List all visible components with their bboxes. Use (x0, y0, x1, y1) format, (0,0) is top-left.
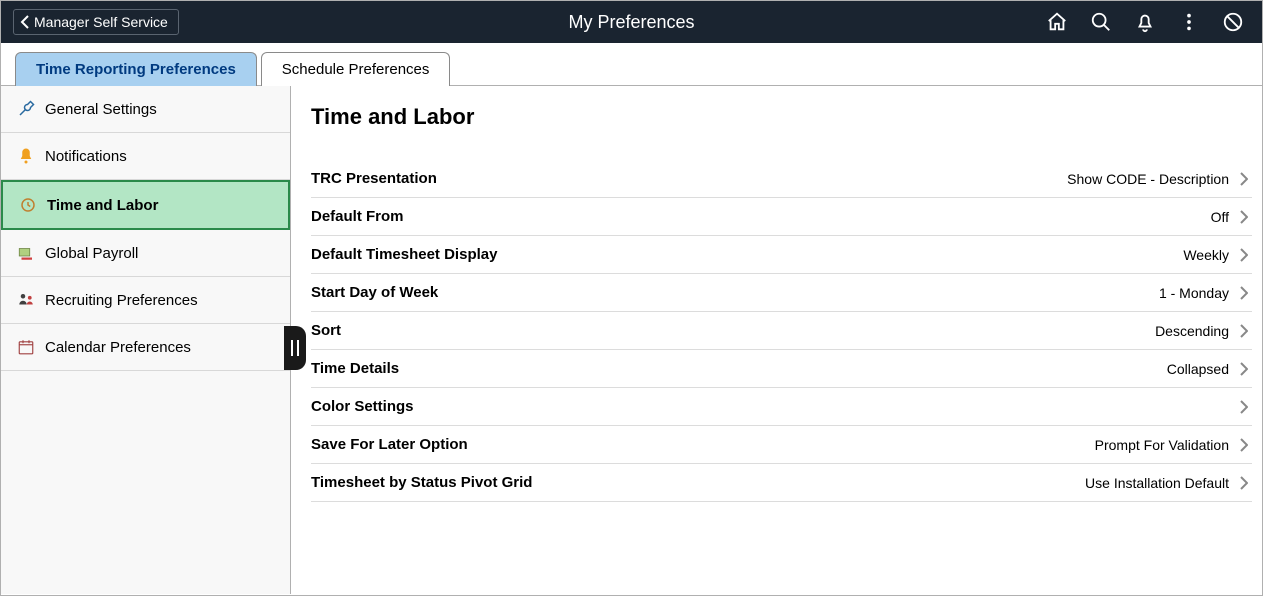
search-icon[interactable] (1090, 11, 1112, 33)
pref-value: Descending (1155, 323, 1248, 339)
pref-value-text: Descending (1155, 323, 1229, 339)
section-title: Time and Labor (311, 104, 1252, 130)
sidebar-item-recruiting-preferences[interactable]: Recruiting Preferences (1, 277, 290, 324)
chevron-right-icon (1239, 286, 1248, 300)
pref-value: Off (1211, 209, 1248, 225)
pref-value (1229, 400, 1248, 414)
sidebar: General Settings Notifications Time and … (1, 86, 291, 594)
chevron-right-icon (1239, 438, 1248, 452)
notifications-icon[interactable] (1134, 11, 1156, 33)
header-actions (1046, 11, 1250, 33)
payroll-icon (17, 244, 35, 262)
tab-bar: Time Reporting Preferences Schedule Pref… (1, 43, 1262, 86)
pref-value-text: Prompt For Validation (1095, 437, 1229, 453)
pref-row-time-details[interactable]: Time Details Collapsed (311, 350, 1252, 388)
clock-icon (19, 196, 37, 214)
pref-value-text: Off (1211, 209, 1229, 225)
back-label: Manager Self Service (34, 14, 168, 30)
pref-row-default-from[interactable]: Default From Off (311, 198, 1252, 236)
pref-value-text: 1 - Monday (1159, 285, 1229, 301)
pref-row-timesheet-by-status-pivot-grid[interactable]: Timesheet by Status Pivot Grid Use Insta… (311, 464, 1252, 502)
back-button[interactable]: Manager Self Service (13, 9, 179, 35)
sidebar-item-label: Notifications (45, 148, 127, 165)
pref-value: Show CODE - Description (1067, 171, 1248, 187)
pref-value-text: Weekly (1183, 247, 1229, 263)
pref-label: Color Settings (311, 398, 414, 415)
pref-label: Save For Later Option (311, 436, 468, 453)
people-icon (17, 291, 35, 309)
chevron-right-icon (1239, 210, 1248, 224)
app-header: Manager Self Service My Preferences (1, 1, 1262, 43)
chevron-right-icon (1239, 248, 1248, 262)
pref-row-default-timesheet-display[interactable]: Default Timesheet Display Weekly (311, 236, 1252, 274)
pref-label: Time Details (311, 360, 399, 377)
sidebar-item-label: Recruiting Preferences (45, 292, 198, 309)
bell-icon (17, 147, 35, 165)
actions-menu-icon[interactable] (1178, 11, 1200, 33)
sidebar-item-time-and-labor[interactable]: Time and Labor (1, 180, 290, 230)
pref-label: TRC Presentation (311, 170, 437, 187)
chevron-right-icon (1239, 172, 1248, 186)
main-panel: Time and Labor TRC Presentation Show COD… (291, 86, 1262, 594)
calendar-icon (17, 338, 35, 356)
sidebar-item-notifications[interactable]: Notifications (1, 133, 290, 180)
pref-value-text: Show CODE - Description (1067, 171, 1229, 187)
tab-schedule-preferences[interactable]: Schedule Preferences (261, 52, 451, 86)
sidebar-item-calendar-preferences[interactable]: Calendar Preferences (1, 324, 290, 371)
sidebar-collapse-handle[interactable] (284, 326, 306, 370)
chevron-right-icon (1239, 362, 1248, 376)
pref-value: Collapsed (1167, 361, 1248, 377)
pref-row-sort[interactable]: Sort Descending (311, 312, 1252, 350)
pref-value: Use Installation Default (1085, 475, 1248, 491)
nav-icon[interactable] (1222, 11, 1244, 33)
pref-row-color-settings[interactable]: Color Settings (311, 388, 1252, 426)
pref-row-start-day-of-week[interactable]: Start Day of Week 1 - Monday (311, 274, 1252, 312)
pref-row-save-for-later-option[interactable]: Save For Later Option Prompt For Validat… (311, 426, 1252, 464)
sidebar-item-label: General Settings (45, 101, 157, 118)
sidebar-item-label: Time and Labor (47, 197, 158, 214)
pref-label: Default Timesheet Display (311, 246, 497, 263)
grip-icon (291, 340, 299, 356)
sidebar-item-label: Calendar Preferences (45, 339, 191, 356)
chevron-right-icon (1239, 400, 1248, 414)
pref-value-text: Collapsed (1167, 361, 1229, 377)
sidebar-item-global-payroll[interactable]: Global Payroll (1, 230, 290, 277)
tab-time-reporting-preferences[interactable]: Time Reporting Preferences (15, 52, 257, 86)
pref-value-text: Use Installation Default (1085, 475, 1229, 491)
chevron-left-icon (20, 15, 30, 29)
pref-value: Weekly (1183, 247, 1248, 263)
pref-value: 1 - Monday (1159, 285, 1248, 301)
pref-label: Default From (311, 208, 404, 225)
home-icon[interactable] (1046, 11, 1068, 33)
sidebar-item-label: Global Payroll (45, 245, 138, 262)
wrench-icon (17, 100, 35, 118)
pref-row-trc-presentation[interactable]: TRC Presentation Show CODE - Description (311, 160, 1252, 198)
pref-label: Timesheet by Status Pivot Grid (311, 474, 532, 491)
chevron-right-icon (1239, 476, 1248, 490)
pref-label: Sort (311, 322, 341, 339)
page-title: My Preferences (568, 12, 694, 33)
chevron-right-icon (1239, 324, 1248, 338)
pref-label: Start Day of Week (311, 284, 438, 301)
pref-value: Prompt For Validation (1095, 437, 1248, 453)
sidebar-item-general-settings[interactable]: General Settings (1, 86, 290, 133)
content-body: General Settings Notifications Time and … (1, 86, 1262, 594)
